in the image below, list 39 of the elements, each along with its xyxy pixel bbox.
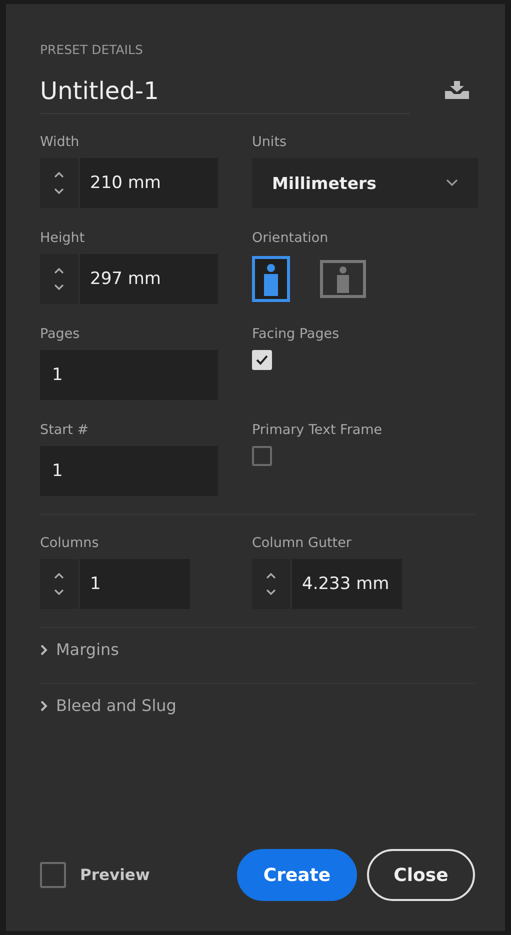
- portrait-icon[interactable]: [252, 256, 290, 302]
- preview-checkbox[interactable]: [40, 862, 66, 888]
- field-label: Primary Text Frame: [252, 422, 384, 438]
- stepper-icon[interactable]: [40, 254, 78, 304]
- preview-label: Preview: [80, 866, 150, 884]
- field-label: Start #: [40, 422, 90, 438]
- field-label: Columns: [40, 535, 100, 551]
- document-name-field[interactable]: Untitled-1: [40, 77, 410, 114]
- field-label: Units: [252, 134, 288, 150]
- chevron-down-icon: [446, 179, 458, 187]
- section-title: PRESET DETAILS: [40, 42, 144, 57]
- field-label: Orientation: [252, 230, 330, 246]
- columns-field[interactable]: 1: [80, 559, 190, 609]
- field-label: Facing Pages: [252, 326, 340, 342]
- close-button[interactable]: Close: [367, 849, 475, 901]
- section-label: Margins: [56, 640, 119, 659]
- chevron-icon: [40, 700, 48, 712]
- height-field[interactable]: 297 mm: [80, 254, 218, 304]
- checkmark-icon: [255, 353, 269, 367]
- section-label: Bleed and Slug: [56, 696, 176, 715]
- units-dropdown[interactable]: Millimeters: [252, 158, 478, 208]
- download-tray-icon[interactable]: [445, 80, 469, 98]
- create-button[interactable]: Create: [237, 849, 357, 901]
- collapsible-section[interactable]: Bleed and Slug: [40, 684, 475, 721]
- field-label: Column Gutter: [252, 535, 352, 551]
- collapsible-section[interactable]: Margins: [40, 628, 475, 665]
- chevron-icon: [40, 644, 48, 656]
- column-gutter-field[interactable]: 4.233 mm: [292, 559, 402, 609]
- checkbox[interactable]: [252, 446, 272, 466]
- stepper-icon[interactable]: [252, 559, 290, 609]
- start-page-field[interactable]: 1: [40, 446, 218, 496]
- landscape-icon[interactable]: [320, 260, 366, 298]
- field-label: Pages: [40, 326, 81, 342]
- stepper-icon[interactable]: [40, 559, 78, 609]
- width-field[interactable]: 210 mm: [80, 158, 218, 208]
- stepper-icon[interactable]: [40, 158, 78, 208]
- field-label: Width: [40, 134, 80, 150]
- field-label: Height: [40, 230, 86, 246]
- pages-field[interactable]: 1: [40, 350, 218, 400]
